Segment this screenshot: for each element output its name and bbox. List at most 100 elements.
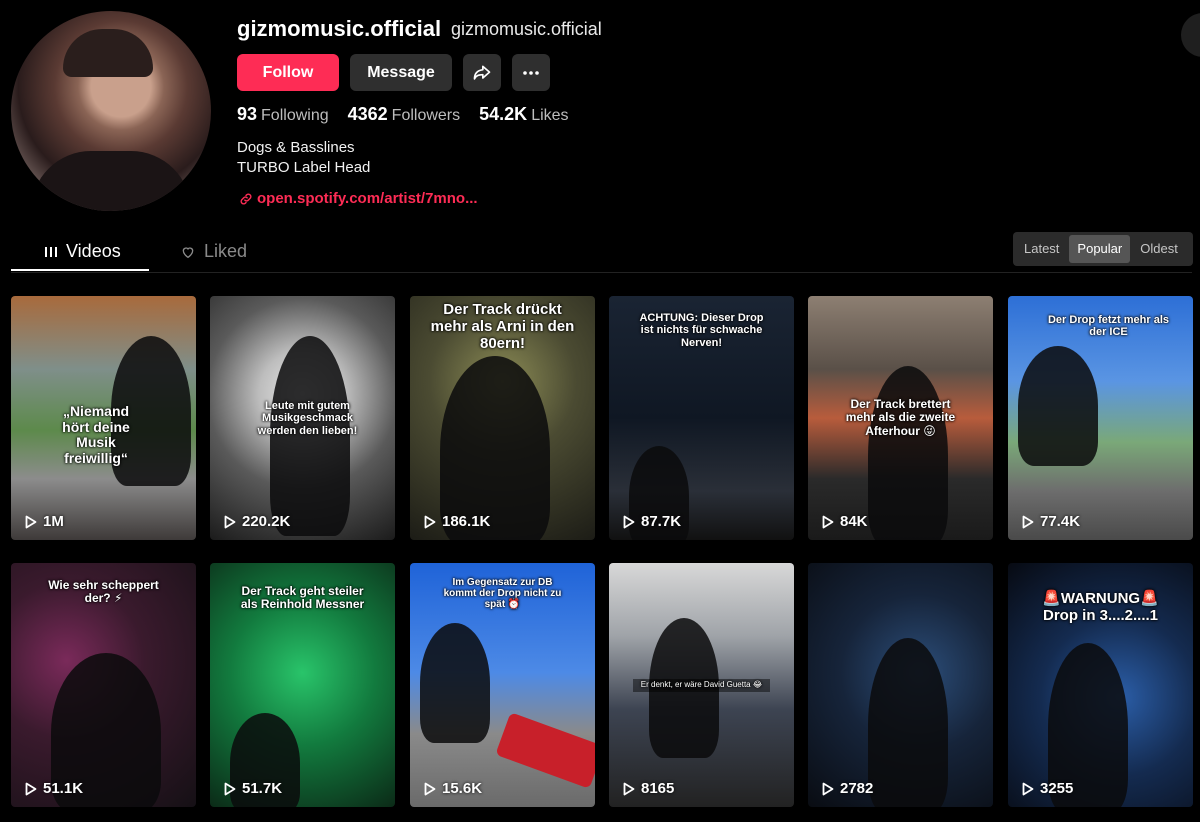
video-card[interactable]: Wie sehr scheppert der? ⚡ 51.1K <box>11 563 196 807</box>
video-card[interactable]: Er denkt, er wäre David Guetta 😂 8165 <box>609 563 794 807</box>
likes-count: 54.2K <box>479 104 528 124</box>
video-caption: Der Drop fetzt mehr als der ICE <box>1047 314 1170 339</box>
bio-line: Dogs & Basslines <box>237 139 355 156</box>
play-icon <box>822 515 834 528</box>
followers-label: Followers <box>391 107 461 124</box>
share-button[interactable] <box>463 54 501 91</box>
video-caption: Der Track geht steiler als Reinhold Mess… <box>240 584 365 612</box>
video-thumbnail-figure <box>868 638 948 807</box>
tab-videos-label: Videos <box>66 241 121 261</box>
bio-link-text: open.spotify.com/artist/7mno... <box>257 190 478 207</box>
profile-bio: Dogs & Basslines TURBO Label Head <box>237 138 370 178</box>
video-caption: Leute mit gutem Musikgeschmack werden de… <box>257 400 358 437</box>
video-views: 51.7K <box>224 780 282 797</box>
username: gizmomusic.official <box>237 16 442 41</box>
more-options-button[interactable] <box>512 54 550 91</box>
video-caption: „Niemand hört deine Musik freiwillig“ <box>62 403 130 467</box>
video-card[interactable]: Im Gegensatz zur DB kommt der Drop nicht… <box>410 563 595 807</box>
train-shape <box>495 712 595 789</box>
video-card[interactable]: Der Track brettert mehr als die zweite A… <box>808 296 993 540</box>
video-views: 15.6K <box>424 780 482 797</box>
video-card[interactable]: ACHTUNG: Dieser Drop ist nichts für schw… <box>609 296 794 540</box>
video-card[interactable]: „Niemand hört deine Musik freiwillig“ 1M <box>11 296 196 540</box>
play-icon <box>224 515 236 528</box>
video-view-count: 77.4K <box>1040 513 1081 530</box>
video-view-count: 1M <box>43 513 64 530</box>
profile-avatar[interactable] <box>11 11 211 211</box>
video-view-count: 186.1K <box>442 513 491 530</box>
followers-stat[interactable]: 4362 Followers <box>348 104 461 125</box>
video-caption: Im Gegensatz zur DB kommt der Drop nicht… <box>443 577 562 611</box>
profile-stats: 93 Following 4362 Followers 54.2K Likes <box>237 104 569 125</box>
video-views: 220.2K <box>224 513 290 530</box>
play-icon <box>623 782 635 795</box>
video-thumbnail-figure <box>868 366 948 540</box>
play-icon <box>1022 782 1034 795</box>
play-icon <box>25 515 37 528</box>
play-icon <box>623 515 635 528</box>
video-views: 84K <box>822 513 868 530</box>
bio-line: TURBO Label Head <box>237 159 371 176</box>
play-icon <box>224 782 236 795</box>
ellipsis-icon <box>523 70 539 75</box>
likes-stat: 54.2K Likes <box>479 104 568 125</box>
tab-liked[interactable]: Liked <box>180 241 247 262</box>
avatar-hair <box>63 29 153 77</box>
video-card[interactable]: Der Track geht steiler als Reinhold Mess… <box>210 563 395 807</box>
message-button[interactable]: Message <box>350 54 452 91</box>
follow-button[interactable]: Follow <box>237 54 339 91</box>
sort-toggle: Latest Popular Oldest <box>1013 232 1193 266</box>
avatar-body <box>31 151 191 211</box>
video-thumbnail-figure <box>420 623 490 743</box>
video-views: 1M <box>25 513 64 530</box>
tab-videos[interactable]: Videos <box>44 241 121 262</box>
sort-latest[interactable]: Latest <box>1016 235 1067 263</box>
video-card[interactable]: Leute mit gutem Musikgeschmack werden de… <box>210 296 395 540</box>
video-caption: Der Track brettert mehr als die zweite A… <box>845 397 956 438</box>
play-icon <box>424 782 436 795</box>
following-stat[interactable]: 93 Following <box>237 104 329 125</box>
video-views: 51.1K <box>25 780 83 797</box>
play-icon <box>822 782 834 795</box>
video-caption: Der Track drückt mehr als Arni in den 80… <box>430 301 575 352</box>
video-views: 87.7K <box>623 513 681 530</box>
likes-label: Likes <box>531 107 569 124</box>
video-views: 186.1K <box>424 513 490 530</box>
corner-action-button[interactable] <box>1181 13 1200 57</box>
video-view-count: 220.2K <box>242 513 291 530</box>
play-icon <box>25 782 37 795</box>
video-view-count: 84K <box>840 513 868 530</box>
nickname: gizmomusic.official <box>451 19 602 39</box>
heart-outline-icon <box>182 246 194 258</box>
sort-popular[interactable]: Popular <box>1069 235 1131 263</box>
video-view-count: 15.6K <box>442 780 483 797</box>
video-view-count: 51.7K <box>242 780 283 797</box>
following-label: Following <box>261 107 329 124</box>
video-view-count: 3255 <box>1040 780 1074 797</box>
video-caption: 🚨WARNUNG🚨 Drop in 3....2....1 <box>1042 590 1159 624</box>
video-views: 2782 <box>822 780 873 797</box>
sort-oldest[interactable]: Oldest <box>1132 235 1186 263</box>
video-view-count: 51.1K <box>43 780 84 797</box>
share-arrow-icon <box>473 65 491 80</box>
video-view-count: 2782 <box>840 780 874 797</box>
video-card[interactable]: Der Drop fetzt mehr als der ICE 77.4K <box>1008 296 1193 540</box>
video-card[interactable]: 2782 <box>808 563 993 807</box>
video-card[interactable]: Der Track drückt mehr als Arni in den 80… <box>410 296 595 540</box>
followers-count: 4362 <box>347 104 388 124</box>
video-card[interactable]: 🚨WARNUNG🚨 Drop in 3....2....1 3255 <box>1008 563 1193 807</box>
active-tab-indicator <box>11 269 149 271</box>
link-icon <box>240 193 252 204</box>
video-views: 8165 <box>623 780 674 797</box>
tab-liked-label: Liked <box>204 241 248 261</box>
video-thumbnail-figure <box>1018 346 1098 466</box>
video-views: 77.4K <box>1022 513 1080 530</box>
play-icon <box>424 515 436 528</box>
video-views: 3255 <box>1022 780 1073 797</box>
video-view-count: 8165 <box>641 780 675 797</box>
video-caption: Er denkt, er wäre David Guetta 😂 <box>633 679 770 692</box>
video-caption: ACHTUNG: Dieser Drop ist nichts für schw… <box>639 312 764 349</box>
grid-bars-icon <box>45 246 57 257</box>
bio-link[interactable]: open.spotify.com/artist/7mno... <box>239 190 478 207</box>
play-icon <box>1022 515 1034 528</box>
